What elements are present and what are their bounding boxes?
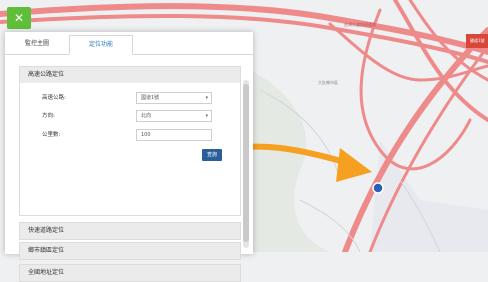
location-panel: 監控主圖 定位功能 高速公路定位 高速公路: 國道1號 ▾ 方向: 北向 ▾ 公里數… [5, 32, 253, 282]
form-row-direction: 方向: 北向 ▾ [20, 109, 240, 123]
highway-select[interactable]: 國道1號 ▾ [136, 92, 212, 104]
panel-tabs: 監控主圖 定位功能 [5, 32, 253, 55]
address-section[interactable]: 全國地址定位 [19, 264, 241, 282]
highway-label: 高速公路: [42, 95, 66, 101]
map-label-2: 大肚鄉市區 [318, 80, 338, 85]
highway-location-section: 高速公路定位 高速公路: 國道1號 ▾ 方向: 北向 ▾ 公里數: 100 查詢 [19, 66, 241, 216]
km-input[interactable]: 100 [136, 129, 212, 141]
km-label: 公里數: [42, 132, 61, 138]
location-marker [372, 182, 384, 194]
panel-scrollbar[interactable] [243, 80, 249, 248]
tab-monitor-map[interactable]: 監控主圖 [9, 35, 65, 53]
city-section[interactable]: 鄉市鎮區定位 [19, 242, 241, 260]
close-icon: ✕ [13, 11, 25, 25]
close-button[interactable]: ✕ [7, 7, 31, 29]
form-row-km: 公里數: 100 [20, 128, 240, 142]
section-title: 全國地址定位 [20, 265, 240, 281]
form-row-highway: 高速公路: 國道1號 ▾ [20, 91, 240, 105]
map-label-3: 國道1號 [470, 38, 485, 43]
direction-label: 方向: [42, 113, 55, 119]
section-title: 快速道路定位 [20, 223, 240, 239]
tab-location[interactable]: 定位功能 [69, 35, 133, 55]
section-title: 鄉市鎮區定位 [20, 243, 240, 259]
scrollbar-thumb[interactable] [243, 84, 249, 242]
section-title[interactable]: 高速公路定位 [20, 67, 240, 83]
express-road-section[interactable]: 快速道路定位 [19, 222, 241, 240]
map-label-1: 台灣大道快速道路 [344, 22, 376, 27]
search-button[interactable]: 查詢 [202, 149, 222, 161]
chevron-down-icon: ▾ [205, 113, 208, 119]
chevron-down-icon: ▾ [205, 95, 208, 101]
direction-select[interactable]: 北向 ▾ [136, 110, 212, 122]
